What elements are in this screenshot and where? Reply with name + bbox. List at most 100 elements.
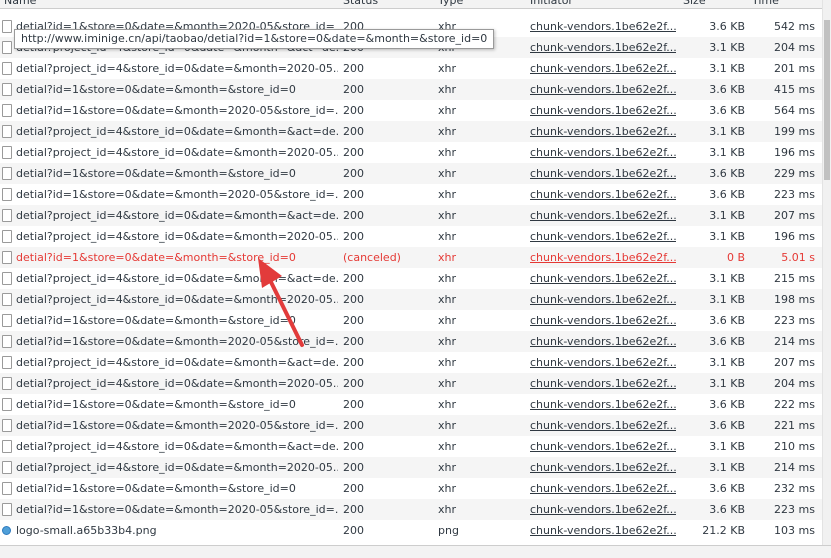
table-row[interactable]: logo-small.a65b33b4.png 200 png chunk-vendo…	[0, 520, 823, 541]
request-initiator-link[interactable]: chunk-vendors.1be62e2f...	[530, 436, 676, 457]
table-row[interactable]: detial?project_id=4&store_id=0&date=&mon…	[0, 457, 823, 478]
request-status: 200	[343, 62, 364, 75]
table-row[interactable]: detial?project_id=4&store_id=0&date=&mon…	[0, 373, 823, 394]
column-header-name[interactable]: Name	[0, 0, 340, 8]
request-size: 0 B	[726, 251, 745, 264]
table-row[interactable]: detial?id=1&store=0&date=&month=&store_i…	[0, 79, 823, 100]
request-size: 3.1 KB	[709, 356, 745, 369]
document-file-icon	[2, 398, 12, 411]
table-row[interactable]: detial?id=1&store=0&date=&month=&store_i…	[0, 394, 823, 415]
document-file-icon	[2, 83, 12, 96]
document-file-icon	[2, 314, 12, 327]
request-initiator-link[interactable]: chunk-vendors.1be62e2f...	[530, 478, 676, 499]
column-header-time[interactable]: Time	[748, 0, 819, 8]
request-time: 232 ms	[774, 482, 815, 495]
request-size: 3.1 KB	[709, 209, 745, 222]
request-size: 3.6 KB	[709, 482, 745, 495]
request-name: detial?id=1&store=0&date=&month=&store_i…	[16, 83, 296, 96]
table-row[interactable]: detial?id=1&store=0&date=&month=&store_i…	[0, 247, 823, 268]
table-row[interactable]: detial?project_id=4&store_id=0&date=&mon…	[0, 142, 823, 163]
request-time: 207 ms	[774, 356, 815, 369]
request-initiator-link[interactable]: chunk-vendors.1be62e2f...	[530, 205, 676, 226]
column-header-type[interactable]: Type	[434, 0, 526, 8]
request-time: 196 ms	[774, 230, 815, 243]
table-row[interactable]: detial?project_id=4&store_id=0&date=&mon…	[0, 205, 823, 226]
request-size: 3.6 KB	[709, 188, 745, 201]
table-row[interactable]: detial?project_id=4&store_id=0&date=&mon…	[0, 58, 823, 79]
request-status: 200	[343, 377, 364, 390]
scrollbar-thumb[interactable]	[824, 20, 830, 180]
request-initiator-link[interactable]: chunk-vendors.1be62e2f...	[530, 79, 676, 100]
request-initiator-link[interactable]: chunk-vendors.1be62e2f...	[530, 373, 676, 394]
request-initiator-link[interactable]: chunk-vendors.1be62e2f...	[530, 499, 676, 520]
column-header-size[interactable]: Size	[679, 0, 749, 8]
request-initiator-link[interactable]: chunk-vendors.1be62e2f...	[530, 352, 676, 373]
request-time: 210 ms	[774, 440, 815, 453]
request-size: 3.1 KB	[709, 125, 745, 138]
request-status: 200	[343, 356, 364, 369]
document-file-icon	[2, 209, 12, 222]
vertical-scrollbar[interactable]	[822, 0, 831, 552]
table-row[interactable]: detial?id=1&store=0&date=&month=2020-05&…	[0, 331, 823, 352]
request-initiator-link[interactable]: chunk-vendors.1be62e2f...	[530, 331, 676, 352]
document-file-icon	[2, 251, 12, 264]
table-row[interactable]: detial?project_id=4&store_id=0&date=&mon…	[0, 352, 823, 373]
request-status: 200	[343, 314, 364, 327]
request-name: logo-small.a65b33b4.png	[16, 524, 157, 537]
table-row[interactable]: detial?id=1&store=0&date=&month=&store_i…	[0, 310, 823, 331]
request-type: xhr	[438, 398, 457, 411]
request-status: 200	[343, 524, 364, 537]
table-row[interactable]: detial?id=1&store=0&date=&month=2020-05&…	[0, 100, 823, 121]
request-initiator-link[interactable]: chunk-vendors.1be62e2f...	[530, 310, 676, 331]
request-initiator-link[interactable]: chunk-vendors.1be62e2f...	[530, 457, 676, 478]
table-row[interactable]: detial?id=1&store=0&date=&month=&store_i…	[0, 163, 823, 184]
request-type: xhr	[438, 314, 457, 327]
request-time: 415 ms	[774, 83, 815, 96]
request-initiator-link[interactable]: chunk-vendors.1be62e2f...	[530, 394, 676, 415]
table-row[interactable]: detial?project_id=4&store_id=0&date=&mon…	[0, 436, 823, 457]
request-time: 223 ms	[774, 503, 815, 516]
request-initiator-link[interactable]: chunk-vendors.1be62e2f...	[530, 142, 676, 163]
request-initiator-link[interactable]: chunk-vendors.1be62e2f...	[530, 247, 676, 268]
request-initiator-link[interactable]: chunk-vendors.1be62e2f...	[530, 520, 676, 541]
table-row[interactable]: detial?id=1&store=0&date=&month=2020-05&…	[0, 184, 823, 205]
request-initiator-link[interactable]: chunk-vendors.1be62e2f...	[530, 100, 676, 121]
request-initiator-link[interactable]: chunk-vendors.1be62e2f...	[530, 37, 676, 58]
table-row[interactable]: detial?project_id=4&store_id=0&date=&mon…	[0, 289, 823, 310]
request-size: 3.1 KB	[709, 293, 745, 306]
request-status: 200	[343, 293, 364, 306]
request-initiator-link[interactable]: chunk-vendors.1be62e2f...	[530, 58, 676, 79]
column-header-status[interactable]: Status	[339, 0, 435, 8]
request-type: xhr	[438, 503, 457, 516]
table-row[interactable]: detial?id=1&store=0&date=&month=2020-05&…	[0, 499, 823, 520]
request-size: 3.6 KB	[709, 104, 745, 117]
request-time: 204 ms	[774, 41, 815, 54]
request-name: detial?project_id=4&store_id=0&date=&mon…	[16, 356, 338, 369]
request-time: 214 ms	[774, 335, 815, 348]
request-initiator-link[interactable]: chunk-vendors.1be62e2f...	[530, 163, 676, 184]
table-row[interactable]: detial?project_id=4&store_id=0&date=&mon…	[0, 268, 823, 289]
request-status: 200	[343, 209, 364, 222]
request-initiator-link[interactable]: chunk-vendors.1be62e2f...	[530, 268, 676, 289]
request-size: 3.6 KB	[709, 314, 745, 327]
column-header-initiator[interactable]: Initiator	[526, 0, 680, 8]
request-size: 3.6 KB	[709, 83, 745, 96]
request-initiator-link[interactable]: chunk-vendors.1be62e2f...	[530, 289, 676, 310]
request-time: 204 ms	[774, 377, 815, 390]
table-row[interactable]: detial?project_id=4&store_id=0&date=&mon…	[0, 226, 823, 247]
request-type: xhr	[438, 272, 457, 285]
request-name: detial?project_id=4&store_id=0&date=&mon…	[16, 461, 338, 474]
request-initiator-link[interactable]: chunk-vendors.1be62e2f...	[530, 184, 676, 205]
request-initiator-link[interactable]: chunk-vendors.1be62e2f...	[530, 16, 676, 37]
request-type: xhr	[438, 62, 457, 75]
request-initiator-link[interactable]: chunk-vendors.1be62e2f...	[530, 121, 676, 142]
table-row[interactable]: detial?project_id=4&store_id=0&date=&mon…	[0, 121, 823, 142]
request-time: 229 ms	[774, 167, 815, 180]
table-row[interactable]: detial?id=1&store=0&date=&month=2020-05&…	[0, 415, 823, 436]
request-time: 198 ms	[774, 293, 815, 306]
request-initiator-link[interactable]: chunk-vendors.1be62e2f...	[530, 415, 676, 436]
request-name: detial?id=1&store=0&date=&month=2020-05&…	[16, 503, 338, 516]
table-row[interactable]: detial?id=1&store=0&date=&month=&store_i…	[0, 478, 823, 499]
request-initiator-link[interactable]: chunk-vendors.1be62e2f...	[530, 226, 676, 247]
request-name: detial?id=1&store=0&date=&month=2020-05&…	[16, 335, 338, 348]
